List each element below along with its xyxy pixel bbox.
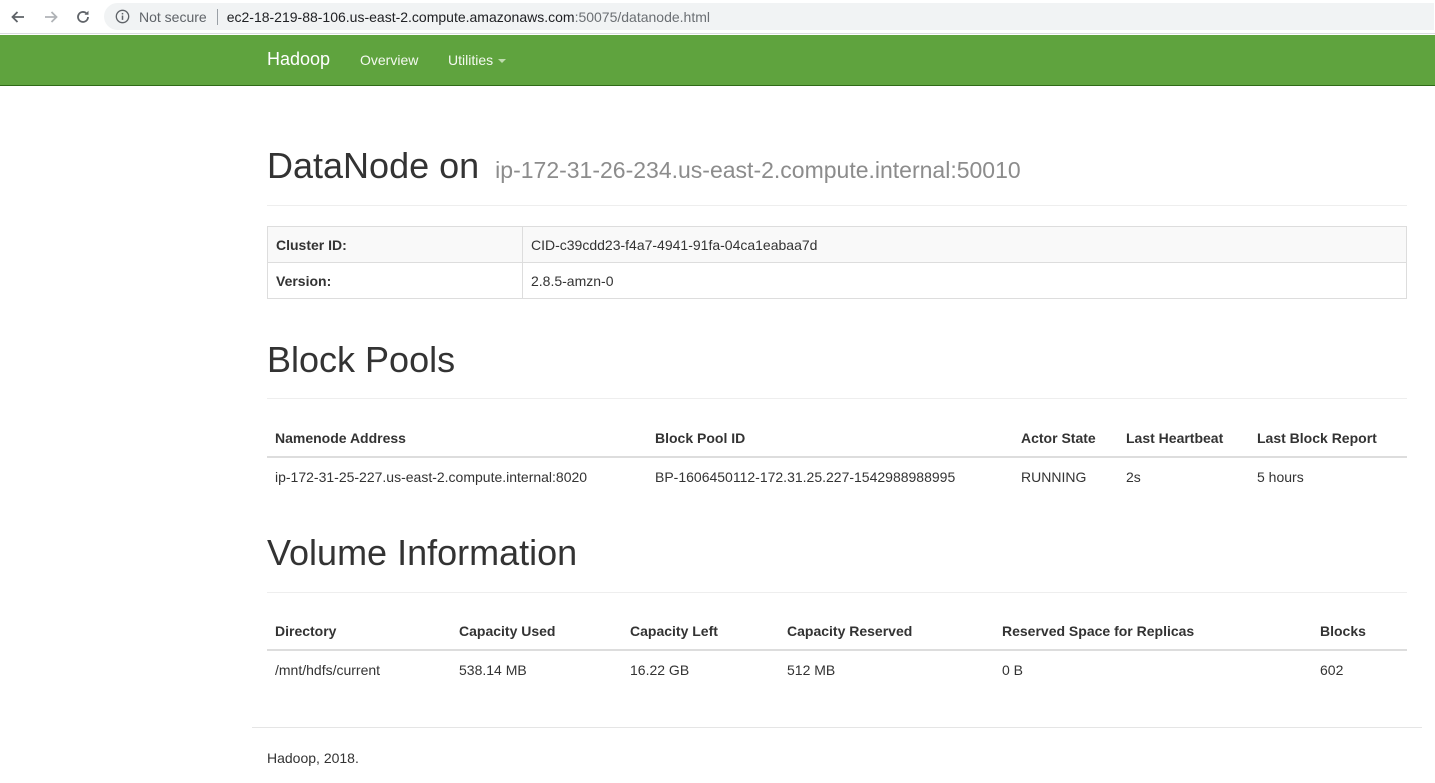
page-title-text: DataNode on: [267, 145, 480, 186]
url-path: :50075/datanode.html: [574, 8, 711, 25]
table-row: /mnt/hdfs/current 538.14 MB 16.22 GB 512…: [267, 650, 1407, 688]
table-header-row: Namenode Address Block Pool ID Actor Sta…: [267, 420, 1407, 458]
version-value: 2.8.5-amzn-0: [522, 262, 1407, 299]
top-navbar: Hadoop Overview Utilities: [0, 35, 1435, 86]
version-label: Version:: [267, 262, 523, 299]
column-header: Namenode Address: [267, 420, 647, 458]
block-pool-id: BP-1606450112-172.31.25.227-154298898899…: [655, 468, 956, 485]
url-text[interactable]: ec2-18-219-88-106.us-east-2.compute.amaz…: [227, 9, 710, 25]
blocks-count: 602: [1320, 661, 1344, 678]
cluster-id-value: CID-c39cdd23-f4a7-4941-91fa-04ca1eabaa7d: [522, 226, 1407, 263]
omnibox-divider: [216, 8, 218, 25]
table-row: Version: 2.8.5-amzn-0: [267, 262, 1407, 299]
browser-toolbar: Not secure ec2-18-219-88-106.us-east-2.c…: [0, 0, 1435, 34]
column-header: Capacity Reserved: [779, 613, 994, 651]
divider: [267, 398, 1407, 399]
caret-down-icon: [498, 59, 507, 64]
capacity-used: 538.14 MB: [459, 661, 527, 678]
reload-icon: [77, 10, 89, 23]
table-header-row: Directory Capacity Used Capacity Left Ca…: [267, 613, 1407, 651]
column-header: Block Pool ID: [647, 420, 1013, 458]
volume-information-table: Directory Capacity Used Capacity Left Ca…: [267, 613, 1407, 688]
security-label[interactable]: Not secure: [139, 9, 207, 25]
column-header: Actor State: [1013, 420, 1118, 458]
datanode-info-table: Cluster ID: CID-c39cdd23-f4a7-4941-91fa-…: [267, 226, 1407, 299]
block-pools-heading: Block Pools: [267, 339, 456, 380]
reload-button[interactable]: [71, 5, 95, 29]
capacity-reserved: 512 MB: [787, 661, 836, 678]
address-bar[interactable]: Not secure ec2-18-219-88-106.us-east-2.c…: [104, 3, 1434, 30]
cluster-id-label: Cluster ID:: [267, 226, 523, 263]
table-row: Cluster ID: CID-c39cdd23-f4a7-4941-91fa-…: [267, 226, 1407, 263]
column-header: Capacity Used: [451, 613, 622, 651]
capacity-left: 16.22 GB: [630, 661, 690, 678]
block-pools-table: Namenode Address Block Pool ID Actor Sta…: [267, 420, 1407, 495]
back-button[interactable]: [6, 5, 30, 29]
datanode-host: ip-172-31-26-234.us-east-2.compute.inter…: [495, 157, 1021, 183]
page-header: DataNode on ip-172-31-26-234.us-east-2.c…: [267, 145, 1407, 206]
last-block-report: 5 hours: [1257, 468, 1304, 485]
reserved-space-for-replicas: 0 B: [1002, 661, 1024, 678]
info-icon[interactable]: [115, 9, 131, 25]
url-host: ec2-18-219-88-106.us-east-2.compute.amaz…: [226, 8, 575, 25]
last-heartbeat: 2s: [1126, 468, 1141, 485]
nav-utilities-dropdown[interactable]: Utilities: [448, 52, 507, 68]
arrow-right-icon: [45, 11, 58, 23]
forward-button[interactable]: [39, 5, 63, 29]
column-header: Last Block Report: [1249, 420, 1407, 458]
column-header: Reserved Space for Replicas: [994, 613, 1312, 651]
brand-link[interactable]: Hadoop: [267, 49, 330, 70]
column-header: Directory: [267, 613, 451, 651]
column-header: Capacity Left: [622, 613, 779, 651]
column-header: Blocks: [1312, 613, 1407, 651]
volume-information-heading: Volume Information: [267, 532, 578, 573]
table-row: ip-172-31-25-227.us-east-2.compute.inter…: [267, 457, 1407, 495]
directory: /mnt/hdfs/current: [275, 661, 381, 678]
column-header: Last Heartbeat: [1118, 420, 1249, 458]
arrow-left-icon: [11, 11, 24, 23]
footer-divider: [252, 727, 1422, 728]
footer-text: Hadoop, 2018.: [267, 750, 359, 766]
nav-overview[interactable]: Overview: [360, 52, 418, 68]
nav-utilities-label: Utilities: [448, 52, 494, 68]
actor-state: RUNNING: [1021, 468, 1087, 485]
page-title: DataNode on ip-172-31-26-234.us-east-2.c…: [267, 145, 1407, 187]
divider: [267, 592, 1407, 593]
namenode-address: ip-172-31-25-227.us-east-2.compute.inter…: [275, 468, 588, 485]
